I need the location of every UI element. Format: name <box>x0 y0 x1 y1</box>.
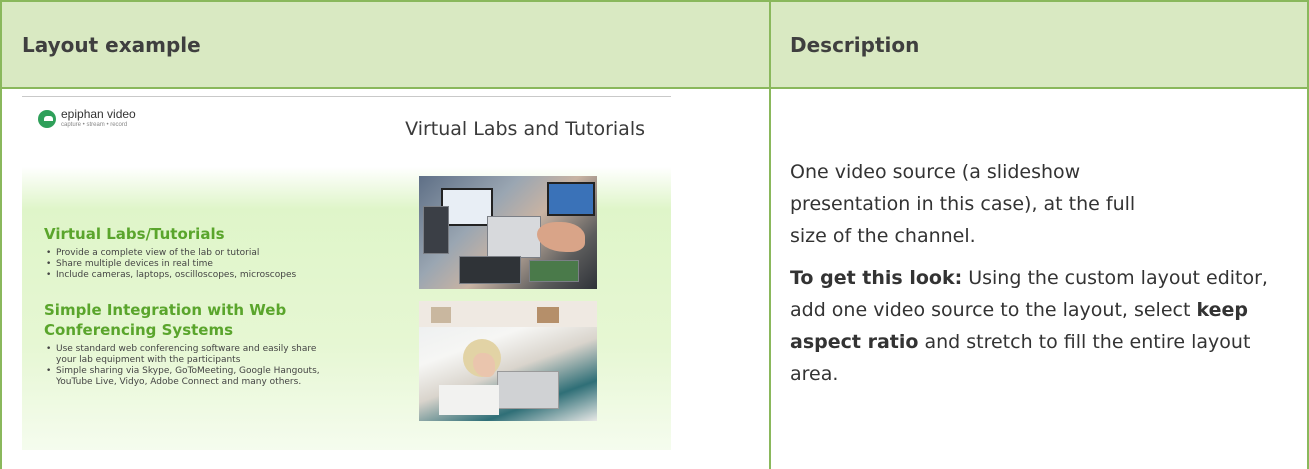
slide-section-integration: Simple Integration with Web Conferencing… <box>44 300 334 388</box>
laptop-shape <box>497 371 559 409</box>
section-heading: Virtual Labs/Tutorials <box>44 225 225 243</box>
description-paragraph-1: One video source (a slideshow presentati… <box>790 161 1136 247</box>
table-border-middle <box>769 89 771 469</box>
header-layout-example: Layout example <box>22 32 201 57</box>
slide-title: Virtual Labs and Tutorials <box>405 118 645 140</box>
list-item: Use standard web conferencing software a… <box>44 344 334 366</box>
lab-equipment-photo <box>419 176 597 289</box>
woman-laptop-photo <box>419 301 597 421</box>
list-item: Provide a complete view of the lab or tu… <box>44 248 296 259</box>
list-item: Include cameras, laptops, oscilloscopes,… <box>44 270 296 281</box>
table-border-left <box>0 89 2 469</box>
instruction-lead: To get this look: <box>790 267 963 289</box>
header-divider <box>769 0 771 89</box>
tablet-shape <box>423 206 449 254</box>
book-shape <box>431 307 451 323</box>
epiphan-logo-icon <box>38 110 56 128</box>
slide-top-rule <box>22 96 671 97</box>
list-item: Simple sharing via Skype, GoToMeeting, G… <box>44 366 334 388</box>
instrument-shape <box>487 216 541 258</box>
oscilloscope-screen-shape <box>547 182 595 216</box>
description-paragraph-2: To get this look: Using the custom layou… <box>790 262 1300 390</box>
papers-shape <box>439 385 499 415</box>
layout-example-slide: epiphan video capture • stream • record … <box>22 96 671 450</box>
logo-name: epiphan video <box>61 107 136 121</box>
circuit-board-shape <box>529 260 579 282</box>
epiphan-logo: epiphan video capture • stream • record <box>38 108 136 129</box>
list-item: Share multiple devices in real time <box>44 259 296 270</box>
section-heading-line1: Simple Integration with Web <box>44 301 287 319</box>
layout-table: Layout example Description epiphan video… <box>0 0 1309 469</box>
book-shape <box>537 307 559 323</box>
description-text: One video source (a slideshow presentati… <box>790 156 1300 390</box>
slide-section-virtual-labs: Virtual Labs/Tutorials Provide a complet… <box>44 224 296 281</box>
multimeter-shape <box>459 256 521 284</box>
section-heading-line2: Conferencing Systems <box>44 321 234 339</box>
logo-tagline: capture • stream • record <box>61 122 128 128</box>
hand-shape <box>537 222 585 252</box>
header-description: Description <box>790 32 920 57</box>
